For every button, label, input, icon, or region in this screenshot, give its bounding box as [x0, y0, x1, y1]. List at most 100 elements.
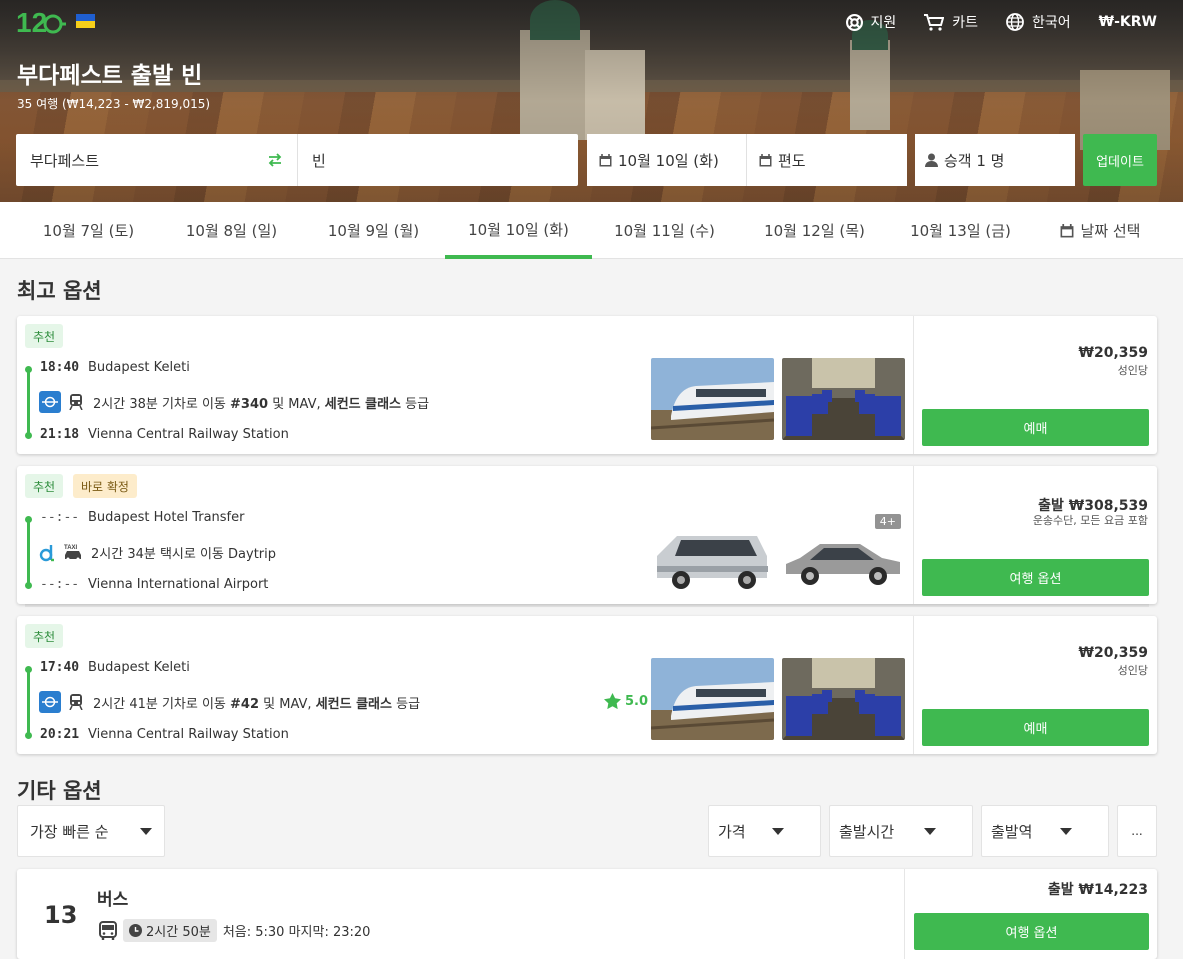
duration-pill: 2시간 50분	[123, 919, 217, 942]
departure-row: 18:40 Budapest Keleti	[40, 360, 190, 375]
bus-details: 2시간 50분 처음: 5:30 마지막: 23:20	[99, 919, 370, 942]
price-panel: ₩20,359 성인당 예매	[913, 616, 1157, 754]
sort-value: 가장 빠른 순	[30, 822, 109, 841]
user-icon	[925, 153, 938, 167]
calendar-icon	[599, 153, 612, 166]
train-icon	[69, 694, 83, 710]
trip-card[interactable]: 추천 18:40 Budapest Keleti 2시간 38분 기차로 이동 …	[17, 316, 1157, 454]
duration-text: 2시간 38분 기차로 이동	[93, 396, 231, 412]
chevron-down-icon	[772, 828, 784, 835]
star-icon	[604, 693, 621, 709]
book-button[interactable]: 예매	[922, 709, 1149, 746]
departure-row: --:-- Budapest Hotel Transfer	[40, 510, 244, 525]
train-icon	[69, 394, 83, 410]
passengers-input[interactable]: 승객 1 명	[915, 134, 1075, 186]
instant-confirm-badge: 바로 확정	[73, 474, 137, 498]
mav-operator-icon	[39, 691, 61, 713]
date-tab[interactable]: 10월 12일 (목)	[741, 202, 888, 259]
clock-icon	[129, 924, 142, 937]
train-interior-image[interactable]	[782, 658, 905, 740]
trip-card[interactable]: 추천 바로 확정 --:-- Budapest Hotel Transfer T…	[17, 466, 1157, 604]
departure-station-filter[interactable]: 출발역	[981, 805, 1109, 857]
taxi-icon: TAXI	[64, 545, 81, 561]
from-value: 부다페스트	[30, 151, 100, 170]
departure-row: 17:40 Budapest Keleti	[40, 660, 190, 675]
trip-details: 2시간 38분 기차로 이동 #340 및 MAV, 세컨드 클래스 등급	[39, 391, 429, 413]
nav-cart-label: 카트	[952, 15, 979, 31]
operator-text: 및 MAV,	[268, 396, 325, 412]
return-input[interactable]: 편도	[747, 134, 907, 186]
train-interior-image[interactable]	[782, 358, 905, 440]
bus-trip-options-button[interactable]: 여행 옵션	[914, 913, 1149, 950]
train-number: #42	[230, 696, 260, 712]
price-note: 성인당	[1117, 664, 1148, 677]
nav-support-label: 지원	[870, 15, 897, 31]
best-options-heading: 최고 옵션	[17, 279, 102, 303]
currency-selector[interactable]: ₩-KRW	[1085, 0, 1183, 44]
swap-icon[interactable]	[267, 152, 283, 168]
bus-duration: 2시간 50분	[146, 925, 211, 940]
departure-time-filter-label: 출발시간	[839, 822, 895, 841]
trip-description: 2시간 41분 기차로 이동 #42 및 MAV, 세컨드 클래스 등급	[93, 693, 420, 712]
arrival-station: Vienna International Airport	[88, 577, 269, 592]
train-exterior-image[interactable]	[651, 358, 774, 440]
svg-text:TAXI: TAXI	[64, 545, 78, 551]
more-images-count: 4+	[874, 514, 901, 529]
logo-icon[interactable]: 12	[16, 4, 66, 38]
departure-station: Budapest Keleti	[88, 660, 190, 675]
svg-text:12: 12	[16, 7, 47, 38]
date-input[interactable]: 10월 10일 (화)	[587, 134, 747, 186]
trip-description: 2시간 34분 택시로 이동 Daytrip	[91, 546, 276, 562]
price-note: 성인당	[1117, 364, 1148, 377]
train-exterior-image[interactable]	[651, 658, 774, 740]
date-tab[interactable]: 10월 13일 (금)	[888, 202, 1033, 259]
departure-time-filter[interactable]: 출발시간	[829, 805, 973, 857]
date-tab[interactable]: 10월 7일 (토)	[16, 202, 161, 259]
trip-card[interactable]: 추천 17:40 Budapest Keleti 2시간 41분 기차로 이동 …	[17, 616, 1157, 754]
return-value: 편도	[778, 151, 806, 170]
bus-option-card[interactable]: 13 버스 2시간 50분 처음: 5:30 마지막: 23:20 출발 ₩14…	[17, 869, 1157, 959]
hero-banner: 12 지원 카트 한국어 ₩-KRW 부다페스트 출발 빈 35 여행 (₩14…	[0, 0, 1183, 202]
arrival-time: 20:21	[40, 727, 80, 742]
departure-station: Budapest Hotel Transfer	[88, 510, 245, 525]
price: ₩20,359	[1078, 645, 1148, 661]
trip-details: 2시간 41분 기차로 이동 #42 및 MAV, 세컨드 클래스 등급	[39, 691, 420, 713]
calendar-icon	[759, 153, 772, 166]
date-picker-label: 날짜 선택	[1080, 222, 1141, 240]
book-button[interactable]: 예매	[922, 409, 1149, 446]
cart-icon	[924, 13, 945, 31]
other-options-heading: 기타 옵션	[17, 779, 102, 803]
price-filter[interactable]: 가격	[708, 805, 821, 857]
to-input[interactable]: 빈	[298, 134, 578, 186]
departure-time: 18:40	[40, 360, 80, 375]
bus-price: 출발 ₩14,223	[1047, 882, 1148, 898]
nav-cart[interactable]: 카트	[910, 0, 992, 44]
passengers-value: 승객 1 명	[944, 151, 1005, 170]
minivan-image[interactable]	[651, 508, 774, 590]
trip-options-button[interactable]: 여행 옵션	[922, 559, 1149, 596]
departure-station: Budapest Keleti	[88, 360, 190, 375]
trip-description: 2시간 38분 기차로 이동 #340 및 MAV, 세컨드 클래스 등급	[93, 393, 429, 412]
date-tab[interactable]: 10월 8일 (일)	[159, 202, 304, 259]
arrival-row: 20:21 Vienna Central Railway Station	[40, 727, 289, 742]
recommended-badge: 추천	[25, 324, 64, 348]
top-nav: 지원 카트 한국어 ₩-KRW	[832, 0, 1183, 44]
nav-support[interactable]: 지원	[832, 0, 911, 44]
more-filters-button[interactable]: ...	[1117, 805, 1157, 857]
train-number: #340	[230, 396, 269, 412]
update-button[interactable]: 업데이트	[1083, 134, 1157, 186]
from-input[interactable]: 부다페스트	[16, 134, 298, 186]
date-tab[interactable]: 10월 11일 (수)	[592, 202, 737, 259]
class-name: 세컨드 클래스	[324, 396, 402, 412]
nav-language[interactable]: 한국어	[992, 0, 1085, 44]
date-tab-active[interactable]: 10월 10일 (화)	[445, 202, 592, 259]
arrival-row: 21:18 Vienna Central Railway Station	[40, 427, 289, 442]
date-picker-button[interactable]: 날짜 선택	[1040, 202, 1160, 259]
sedan-image[interactable]: 4+	[782, 508, 905, 590]
bus-title: 버스	[97, 890, 129, 910]
date-tab[interactable]: 10월 9일 (월)	[301, 202, 446, 259]
sort-dropdown[interactable]: 가장 빠른 순	[17, 805, 165, 857]
page-subtitle: 35 여행 (₩14,223 - ₩2,819,015)	[17, 97, 211, 111]
class-suffix: 등급	[401, 396, 430, 412]
bus-count: 13	[44, 901, 78, 929]
